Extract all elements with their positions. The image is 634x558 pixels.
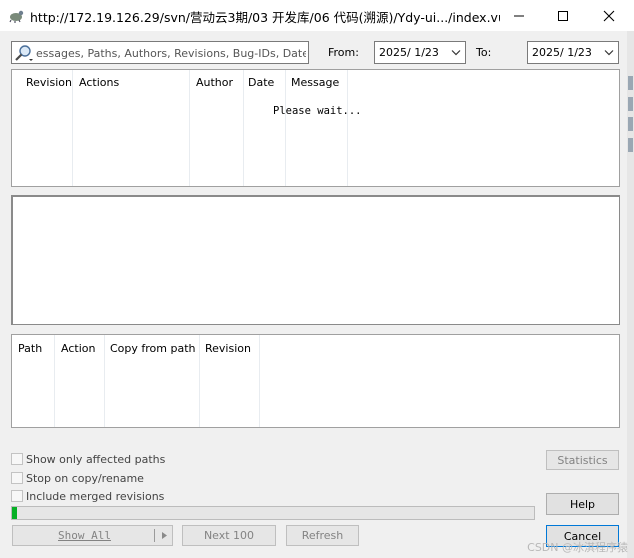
close-icon	[603, 10, 615, 21]
chevron-down-icon	[604, 50, 614, 56]
from-date-picker[interactable]: 2025/ 1/23	[374, 41, 466, 64]
statistics-button[interactable]: Statistics	[546, 450, 619, 470]
to-date-value: 2025/ 1/23	[532, 46, 592, 59]
column-divider	[199, 335, 200, 427]
progress-fill	[12, 507, 18, 519]
split-divider	[154, 529, 155, 542]
chevron-right-icon[interactable]	[161, 531, 168, 540]
column-divider	[259, 335, 260, 427]
column-divider	[243, 70, 244, 186]
column-divider	[54, 335, 55, 427]
background-window-edge	[627, 31, 634, 558]
search-input[interactable]	[36, 46, 306, 60]
changed-paths-list[interactable]: Path Action Copy from path Revision	[11, 334, 620, 428]
checkbox-box[interactable]	[11, 490, 23, 502]
maximize-button[interactable]	[540, 0, 586, 31]
log-list[interactable]: Revision Actions Author Date Message Ple…	[11, 69, 620, 187]
column-divider	[104, 335, 105, 427]
watermark-text: CSDN @冰淇程序猿	[527, 541, 628, 554]
from-date-value: 2025/ 1/23	[379, 46, 439, 59]
minimize-icon	[514, 15, 524, 16]
checkbox-box[interactable]	[11, 453, 23, 465]
loading-status: Please wait...	[273, 105, 362, 117]
column-header-revision[interactable]: Revision	[26, 76, 72, 89]
search-icon	[15, 45, 33, 61]
maximize-icon	[558, 10, 568, 21]
next-100-button[interactable]: Next 100	[182, 525, 276, 546]
help-button[interactable]: Help	[546, 493, 619, 515]
show-all-label: Show All	[58, 529, 111, 542]
tortoise-svn-icon	[9, 10, 24, 23]
column-header-date[interactable]: Date	[248, 76, 274, 89]
title-bar: http://172.19.126.29/svn/营动云3期/03 开发库/06…	[0, 0, 634, 31]
show-only-affected-checkbox[interactable]: Show only affected paths	[11, 452, 165, 466]
include-merged-checkbox[interactable]: Include merged revisions	[11, 489, 164, 503]
column-divider	[189, 70, 190, 186]
close-button[interactable]	[586, 0, 632, 31]
show-all-button[interactable]: Show All	[12, 525, 173, 546]
refresh-button[interactable]: Refresh	[286, 525, 359, 546]
minimize-button[interactable]	[496, 0, 542, 31]
column-header-message[interactable]: Message	[291, 76, 339, 89]
search-field[interactable]	[11, 41, 309, 64]
column-header-actions[interactable]: Actions	[79, 76, 119, 89]
column-header-copy-from-path[interactable]: Copy from path	[110, 342, 196, 355]
column-header-author[interactable]: Author	[196, 76, 233, 89]
stop-on-copy-checkbox[interactable]: Stop on copy/rename	[11, 471, 144, 485]
progress-bar	[11, 506, 535, 520]
column-divider	[285, 70, 286, 186]
chevron-down-icon	[451, 50, 461, 56]
checkbox-label: Stop on copy/rename	[26, 471, 144, 485]
window-title: http://172.19.126.29/svn/营动云3期/03 开发库/06…	[30, 10, 500, 25]
column-header-action[interactable]: Action	[61, 342, 95, 355]
column-header-path[interactable]: Path	[18, 342, 42, 355]
column-header-revision[interactable]: Revision	[205, 342, 251, 355]
column-divider	[72, 70, 73, 186]
to-label: To:	[476, 46, 492, 59]
checkbox-label: Include merged revisions	[26, 489, 165, 503]
to-date-picker[interactable]: 2025/ 1/23	[527, 41, 619, 64]
column-divider	[347, 70, 348, 186]
message-pane[interactable]	[11, 195, 620, 325]
from-label: From:	[328, 46, 359, 59]
checkbox-box[interactable]	[11, 472, 23, 484]
checkbox-label: Show only affected paths	[26, 452, 166, 466]
